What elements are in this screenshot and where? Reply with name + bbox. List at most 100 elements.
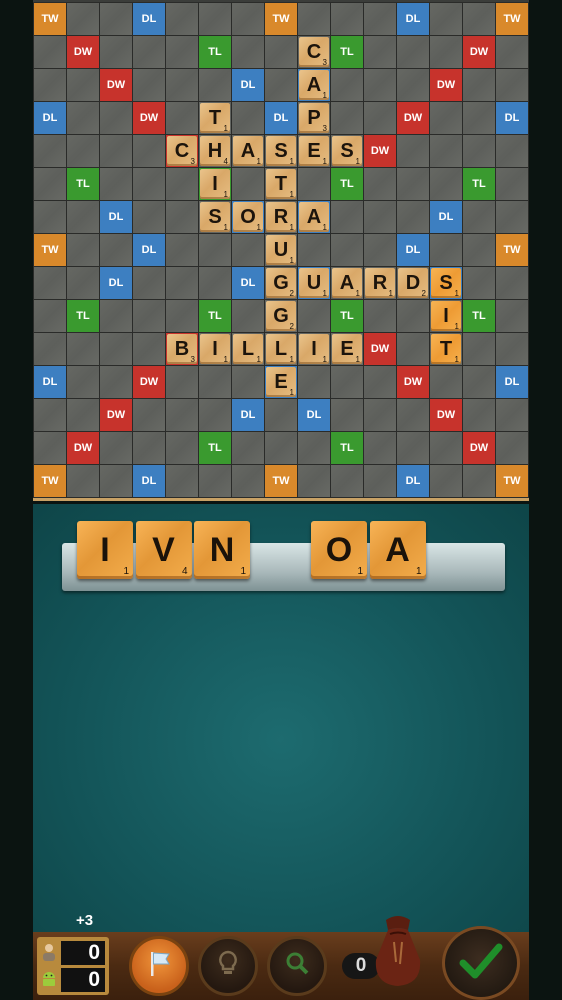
square-dl[interactable]: DL — [265, 102, 297, 134]
board-square[interactable]: I1 — [298, 333, 330, 365]
board-square[interactable] — [232, 168, 264, 200]
board-square[interactable] — [496, 432, 528, 464]
square-dl[interactable]: DL — [397, 234, 429, 266]
board-square[interactable] — [34, 267, 66, 299]
board-square[interactable] — [430, 168, 462, 200]
board-square[interactable] — [463, 135, 495, 167]
square-tl[interactable]: TL — [67, 300, 99, 332]
board-square[interactable] — [34, 333, 66, 365]
board-square[interactable] — [430, 432, 462, 464]
board-square[interactable]: E1 — [298, 135, 330, 167]
square-dw[interactable]: DW — [397, 366, 429, 398]
board-square[interactable]: A1 — [232, 135, 264, 167]
board-square[interactable]: S1 — [331, 135, 363, 167]
board-square[interactable] — [397, 69, 429, 101]
board-square[interactable] — [199, 399, 231, 431]
board-square[interactable] — [364, 3, 396, 35]
square-dl[interactable]: A1 — [298, 69, 330, 101]
board-square[interactable] — [331, 234, 363, 266]
board-square[interactable] — [463, 201, 495, 233]
square-dl[interactable]: DL — [232, 267, 264, 299]
board-square[interactable] — [166, 366, 198, 398]
board-square[interactable] — [364, 366, 396, 398]
board-square[interactable] — [265, 432, 297, 464]
board-square[interactable] — [463, 267, 495, 299]
square-tl[interactable]: TL — [199, 432, 231, 464]
square-dw[interactable]: DW — [397, 102, 429, 134]
square-dl[interactable]: DL — [100, 267, 132, 299]
square-dw[interactable]: DW — [430, 69, 462, 101]
board-square[interactable] — [364, 201, 396, 233]
board-square[interactable] — [166, 432, 198, 464]
board-square[interactable] — [34, 168, 66, 200]
board-square[interactable] — [100, 366, 132, 398]
word-lookup-button[interactable] — [267, 936, 327, 996]
board-square[interactable] — [100, 135, 132, 167]
board-square[interactable] — [397, 333, 429, 365]
board-square[interactable] — [166, 267, 198, 299]
square-dw[interactable]: DW — [463, 36, 495, 68]
board-square[interactable]: S1 — [265, 135, 297, 167]
board-square[interactable] — [364, 234, 396, 266]
board-square[interactable]: S1 — [199, 201, 231, 233]
board-square[interactable] — [298, 465, 330, 497]
board-square[interactable] — [166, 36, 198, 68]
board-square[interactable] — [463, 465, 495, 497]
square-dl[interactable]: DL — [496, 102, 528, 134]
board-square[interactable] — [298, 3, 330, 35]
board-square[interactable]: H4 — [199, 135, 231, 167]
board-square[interactable] — [67, 3, 99, 35]
square-tw[interactable]: TW — [265, 3, 297, 35]
board-square[interactable] — [133, 201, 165, 233]
board-square[interactable] — [166, 465, 198, 497]
board-square[interactable] — [463, 399, 495, 431]
tile-bag-icon[interactable] — [372, 912, 424, 992]
board-square[interactable] — [133, 333, 165, 365]
board-square[interactable] — [463, 366, 495, 398]
board-square[interactable] — [67, 399, 99, 431]
board-square[interactable] — [298, 234, 330, 266]
board-square[interactable] — [34, 201, 66, 233]
board-square[interactable] — [133, 432, 165, 464]
board-square[interactable] — [265, 69, 297, 101]
square-tl[interactable]: TL — [331, 36, 363, 68]
board-square[interactable]: G2 — [265, 300, 297, 332]
board-square[interactable] — [364, 102, 396, 134]
square-dl[interactable]: DL — [397, 3, 429, 35]
board-square[interactable] — [397, 36, 429, 68]
board-square[interactable] — [298, 366, 330, 398]
rack-tile[interactable]: I1 — [77, 521, 133, 579]
square-dl[interactable]: DL — [133, 3, 165, 35]
square-tl[interactable]: TL — [331, 432, 363, 464]
square-tl[interactable]: TL — [331, 300, 363, 332]
board-square[interactable] — [232, 366, 264, 398]
board-square[interactable] — [34, 36, 66, 68]
square-dw[interactable]: DW — [133, 366, 165, 398]
board-square[interactable] — [166, 102, 198, 134]
board-square[interactable]: D2 — [397, 267, 429, 299]
board-square[interactable] — [100, 168, 132, 200]
board-square[interactable]: I1 — [199, 333, 231, 365]
board-square[interactable] — [232, 432, 264, 464]
submit-move-button[interactable] — [442, 926, 520, 1000]
board-square[interactable] — [331, 3, 363, 35]
board-square[interactable] — [100, 3, 132, 35]
square-dw[interactable]: DW — [364, 333, 396, 365]
square-dw[interactable]: DW — [100, 399, 132, 431]
board-square[interactable] — [397, 399, 429, 431]
board-square[interactable] — [133, 135, 165, 167]
board-square[interactable] — [364, 69, 396, 101]
board-square[interactable] — [100, 465, 132, 497]
board-square[interactable]: C3 — [298, 36, 330, 68]
square-tl[interactable]: I1 — [199, 168, 231, 200]
square-dw[interactable]: DW — [67, 432, 99, 464]
rack-tile[interactable]: A1 — [369, 521, 426, 579]
board-square[interactable] — [364, 465, 396, 497]
board-square[interactable] — [67, 234, 99, 266]
square-tw[interactable]: TW — [496, 234, 528, 266]
board-square[interactable]: L1 — [265, 333, 297, 365]
resign-flag-button[interactable] — [129, 936, 189, 996]
board-square[interactable] — [265, 36, 297, 68]
board-square[interactable] — [364, 432, 396, 464]
rack-tile[interactable]: O1 — [311, 521, 367, 579]
